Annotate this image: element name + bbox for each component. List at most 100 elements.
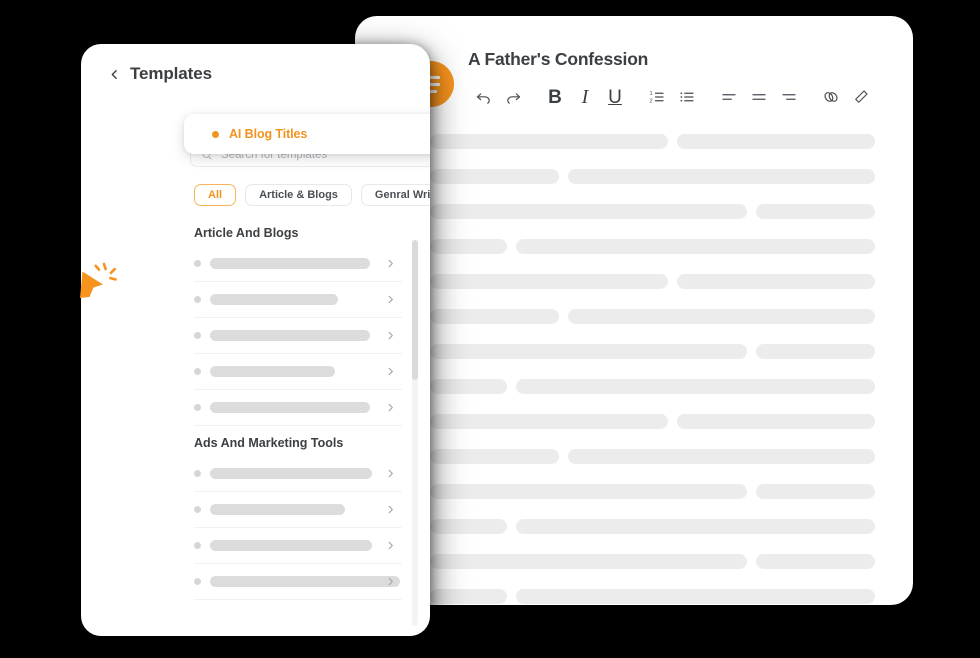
redo-button[interactable] [498,82,528,112]
document-skeleton-line [430,379,875,394]
templates-header: Templates [108,64,212,84]
list-item-dot [194,578,201,585]
eraser-icon [855,90,868,103]
document-skeleton-segment [755,344,875,359]
document-skeleton-line [430,554,875,569]
template-item-label: AI Blog Titles [229,127,308,141]
bold-icon: B [548,86,562,108]
document-skeleton-segment [568,169,875,184]
document-skeleton-segment [430,274,669,289]
chevron-right-icon [385,258,396,269]
chevron-left-icon[interactable] [108,68,121,81]
document-skeleton-line [430,309,875,324]
list-item-placeholder-bar [210,504,345,515]
document-skeleton-segment [430,169,560,184]
document-skeleton-segment [430,239,507,254]
document-skeleton-segment [430,309,560,324]
align-center-button[interactable] [744,82,774,112]
document-skeleton-line [430,274,875,289]
template-item-ai-blog-titles[interactable]: AI Blog Titles [184,114,430,154]
template-list-item[interactable] [194,390,402,426]
list-item-dot [194,506,201,513]
template-list-item[interactable] [194,246,402,282]
document-skeleton-segment [515,519,875,534]
template-list-item[interactable] [194,492,402,528]
chevron-right-icon [385,468,396,479]
filter-chip-all[interactable]: All [194,184,237,206]
document-skeleton-line [430,204,875,219]
document-skeleton-segment [677,134,875,149]
list-item-dot [194,296,201,303]
screenshot-stage: A Father's Confession B I U 1 2 Template… [0,0,980,658]
bullet-list-icon [680,92,694,102]
document-skeleton-segment [430,344,747,359]
document-skeleton-segment [677,274,875,289]
templates-list-scroll-area[interactable]: Article And Blogs Ads And Marketing Tool… [81,216,430,636]
list-item-placeholder-bar [210,540,372,551]
eraser-button[interactable] [846,82,876,112]
document-skeleton-segment [430,134,669,149]
list-item-dot [194,368,201,375]
align-left-button[interactable] [714,82,744,112]
italic-icon: I [581,86,589,108]
template-list-article-and-blogs [81,246,430,426]
document-skeleton-segment [430,589,507,604]
document-skeleton-segment [515,239,875,254]
chevron-right-icon [385,504,396,515]
document-skeleton-segment [515,379,875,394]
list-item-dot [194,260,201,267]
list-item-placeholder-bar [210,258,370,269]
template-list-item[interactable] [194,456,402,492]
document-skeleton-segment [568,449,875,464]
document-skeleton-segment [677,414,875,429]
chevron-right-icon [385,366,396,377]
document-skeleton-line [430,134,875,149]
bullet-list-button[interactable] [672,82,702,112]
page-title: Templates [130,64,212,83]
template-list-item[interactable] [194,528,402,564]
italic-button[interactable]: I [570,82,600,112]
chevron-right-icon [385,540,396,551]
template-list-item[interactable] [194,318,402,354]
align-right-icon [782,94,796,100]
document-skeleton-line [430,344,875,359]
undo-button[interactable] [468,82,498,112]
document-skeleton-segment [430,519,507,534]
list-item-placeholder-bar [210,468,372,479]
list-item-placeholder-bar [210,366,335,377]
template-list-item[interactable] [194,282,402,318]
section-title-ads-and-marketing-tools: Ads And Marketing Tools [194,436,344,450]
filter-chip-general-writing[interactable]: Genral Writing [360,184,430,206]
underline-icon: U [608,86,622,108]
list-item-dot [194,470,201,477]
templates-scrollbar-thumb[interactable] [412,240,418,380]
ordered-list-button[interactable]: 1 2 [642,82,672,112]
templates-panel: Templates All Article & Blogs Genral Wri… [81,44,430,636]
list-item-dot [194,542,201,549]
active-item-dot [212,130,219,138]
bold-button[interactable]: B [540,82,570,112]
list-item-dot [194,332,201,339]
template-list-item[interactable] [194,564,402,600]
underline-button[interactable]: U [600,82,630,112]
align-right-button[interactable] [774,82,804,112]
template-list-ads-and-marketing-tools [81,456,430,600]
templates-scrollbar-track[interactable] [412,240,418,626]
list-item-placeholder-bar [210,294,338,305]
document-skeleton-segment [568,309,875,324]
document-skeleton-segment [755,484,875,499]
filter-chip-article-blogs[interactable]: Article & Blogs [245,184,352,206]
document-skeleton-line [430,519,875,534]
document-skeleton-line [430,239,875,254]
document-skeleton-line [430,484,875,499]
section-title-article-and-blogs: Article And Blogs [194,226,299,240]
list-item-placeholder-bar [210,330,370,341]
document-header: A Father's Confession B I U 1 2 [355,16,913,128]
chevron-right-icon [385,294,396,305]
list-item-dot [194,404,201,411]
template-list-item[interactable] [194,354,402,390]
align-left-icon [722,94,736,100]
redo-icon [506,92,520,104]
link-button[interactable] [816,82,846,112]
document-skeleton-line [430,169,875,184]
